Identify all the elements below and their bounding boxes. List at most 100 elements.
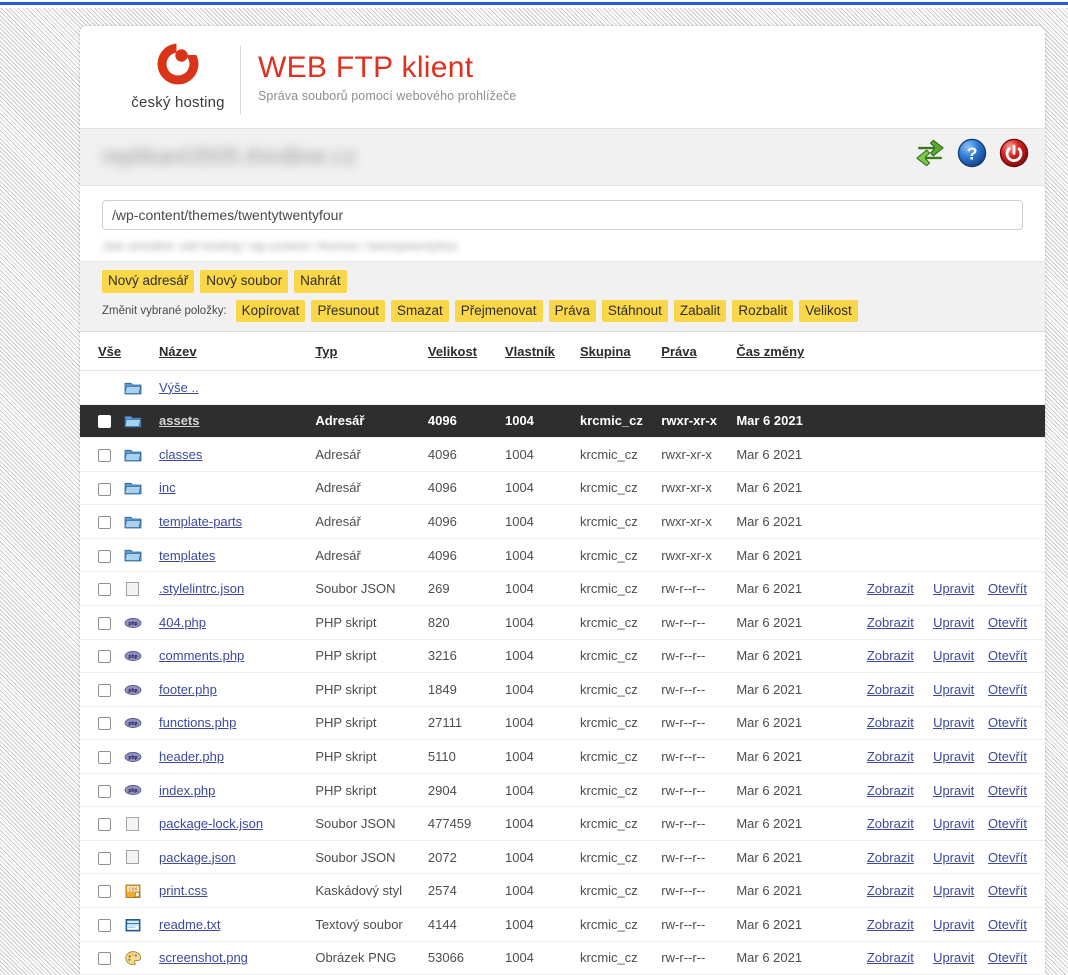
row-action-open-cell[interactable]: Otevřít [978, 806, 1045, 841]
row-action-edit[interactable]: Upravit [933, 615, 974, 630]
row-action-edit[interactable]: Upravit [933, 648, 974, 663]
table-row[interactable]: template-parts Adresář 4096 1004 krcmic_cz rw… [80, 504, 1045, 539]
row-action-view[interactable]: Zobrazit [867, 917, 914, 932]
logout-icon[interactable] [999, 138, 1029, 168]
file-name-link[interactable]: classes [159, 447, 202, 462]
bulk-button-2[interactable]: Smazat [390, 299, 449, 322]
table-row[interactable]: php index.php PHP skript 2904 1004 krcmic_cz r… [80, 773, 1045, 808]
header-size[interactable]: Velikost [423, 332, 501, 371]
bulk-button-4[interactable]: Práva [548, 299, 596, 322]
row-action-open-cell[interactable]: Otevřít [978, 773, 1045, 808]
row-action-edit-cell[interactable]: Upravit [917, 605, 979, 640]
row-action-edit-cell[interactable]: Upravit [917, 739, 979, 774]
row-action-view[interactable]: Zobrazit [867, 749, 914, 764]
file-name-link[interactable]: package.json [159, 850, 236, 865]
row-action-open-cell[interactable]: Otevřít [978, 639, 1045, 674]
row-action-edit-cell[interactable]: Upravit [917, 806, 979, 841]
table-row[interactable]: .stylelintrc.json Soubor JSON 269 1004 krcmi… [80, 571, 1045, 606]
row-checkbox[interactable] [98, 549, 111, 563]
header-name[interactable]: Název [155, 332, 312, 371]
help-icon[interactable]: ? [957, 138, 987, 168]
table-row[interactable]: php functions.php PHP skript 27111 1004 krcmi… [80, 706, 1045, 741]
file-name-link[interactable]: header.php [159, 749, 224, 764]
row-action-open[interactable]: Otevřít [988, 950, 1027, 965]
row-name-cell[interactable]: screenshot.png [155, 941, 312, 975]
row-action-edit[interactable]: Upravit [933, 950, 974, 965]
brand-logo[interactable]: český hosting [113, 40, 243, 111]
row-action-view-cell[interactable]: Zobrazit [853, 907, 918, 942]
header-type[interactable]: Typ [311, 332, 424, 371]
row-name-cell[interactable]: print.css [155, 873, 312, 908]
row-action-open[interactable]: Otevřít [988, 883, 1027, 898]
row-action-edit[interactable]: Upravit [933, 850, 974, 865]
header-permissions[interactable]: Práva [657, 332, 733, 371]
header-select-all[interactable]: Vše [80, 332, 121, 371]
row-action-view[interactable]: Zobrazit [867, 615, 914, 630]
table-row[interactable]: CSS print.css Kaskádový styl 2574 1004 krcmic… [80, 873, 1045, 908]
row-checkbox[interactable] [98, 751, 111, 764]
row-action-view[interactable]: Zobrazit [867, 950, 914, 965]
file-name-link[interactable]: screenshot.png [159, 950, 248, 965]
row-action-view-cell[interactable]: Zobrazit [853, 605, 918, 640]
row-checkbox[interactable] [98, 818, 111, 832]
row-action-open[interactable]: Otevřít [988, 581, 1027, 596]
file-name-link[interactable]: readme.txt [159, 917, 220, 932]
row-name-cell[interactable]: Výše .. [155, 370, 312, 405]
row-action-edit[interactable]: Upravit [933, 682, 974, 697]
row-action-edit-cell[interactable]: Upravit [917, 941, 979, 975]
row-action-open[interactable]: Otevřít [988, 615, 1027, 630]
bulk-button-8[interactable]: Velikost [799, 299, 858, 322]
table-row[interactable]: templates Adresář 4096 1004 krcmic_cz rwxr-xr… [80, 538, 1045, 573]
file-name-link[interactable]: .stylelintrc.json [159, 581, 244, 596]
table-row[interactable]: assets Adresář 4096 1004 krcmic_cz rwxr-xr-x M… [80, 404, 1045, 439]
row-checkbox[interactable] [98, 616, 111, 630]
row-checkbox[interactable] [98, 683, 111, 697]
header-owner[interactable]: Vlastník [500, 332, 577, 371]
row-name-cell[interactable]: 404.php [155, 605, 312, 640]
row-action-open-cell[interactable]: Otevřít [978, 605, 1045, 640]
table-row[interactable]: php 404.php PHP skript 820 1004 krcmic_cz rw-r… [80, 605, 1045, 640]
header-modified-time[interactable]: Čas změny [732, 332, 854, 371]
row-name-cell[interactable]: readme.txt [155, 907, 312, 942]
row-checkbox[interactable] [98, 448, 111, 462]
row-action-open[interactable]: Otevřít [988, 816, 1027, 831]
row-name-cell[interactable]: package.json [155, 840, 312, 875]
bulk-button-0[interactable]: Kopírovat [235, 299, 306, 322]
row-action-open-cell[interactable]: Otevřít [978, 840, 1045, 875]
row-name-cell[interactable]: footer.php [155, 672, 312, 707]
row-name-cell[interactable]: package-lock.json [155, 806, 312, 841]
create-button-1[interactable]: Nový soubor [200, 270, 289, 293]
row-action-edit[interactable]: Upravit [933, 715, 974, 730]
row-action-view[interactable]: Zobrazit [867, 682, 914, 697]
row-action-open[interactable]: Otevřít [988, 917, 1027, 932]
bulk-button-6[interactable]: Zabalit [673, 299, 727, 322]
create-button-0[interactable]: Nový adresář [102, 270, 195, 293]
row-action-edit-cell[interactable]: Upravit [917, 907, 979, 942]
row-name-cell[interactable]: templates [155, 538, 312, 573]
row-checkbox[interactable] [98, 952, 111, 966]
header-group[interactable]: Skupina [576, 332, 658, 371]
row-action-view-cell[interactable]: Zobrazit [853, 739, 918, 774]
table-row[interactable]: package.json Soubor JSON 2072 1004 krcmic_cz… [80, 840, 1045, 875]
row-action-edit-cell[interactable]: Upravit [917, 773, 979, 808]
row-checkbox[interactable] [98, 784, 111, 798]
row-action-view-cell[interactable]: Zobrazit [853, 706, 918, 741]
row-action-open[interactable]: Otevřít [988, 749, 1027, 764]
parent-directory-row[interactable]: Výše .. [80, 370, 1045, 405]
row-action-view[interactable]: Zobrazit [867, 715, 914, 730]
table-row[interactable]: php footer.php PHP skript 1849 1004 krcmic_cz… [80, 672, 1045, 707]
row-name-cell[interactable]: functions.php [155, 706, 312, 741]
row-action-view-cell[interactable]: Zobrazit [853, 672, 918, 707]
row-name-cell[interactable]: classes [155, 437, 312, 472]
row-action-open[interactable]: Otevřít [988, 783, 1027, 798]
row-action-view-cell[interactable]: Zobrazit [853, 806, 918, 841]
row-checkbox[interactable] [98, 885, 111, 899]
table-row[interactable]: php header.php PHP skript 5110 1004 krcmic_cz… [80, 739, 1045, 774]
row-checkbox[interactable] [98, 583, 111, 597]
row-action-view[interactable]: Zobrazit [867, 816, 914, 831]
row-action-edit-cell[interactable]: Upravit [917, 571, 979, 606]
bulk-button-3[interactable]: Přejmenovat [454, 299, 543, 322]
file-name-link[interactable]: print.css [159, 883, 207, 898]
table-row[interactable]: classes Adresář 4096 1004 krcmic_cz rwxr-xr-x… [80, 437, 1045, 472]
row-action-open[interactable]: Otevřít [988, 682, 1027, 697]
